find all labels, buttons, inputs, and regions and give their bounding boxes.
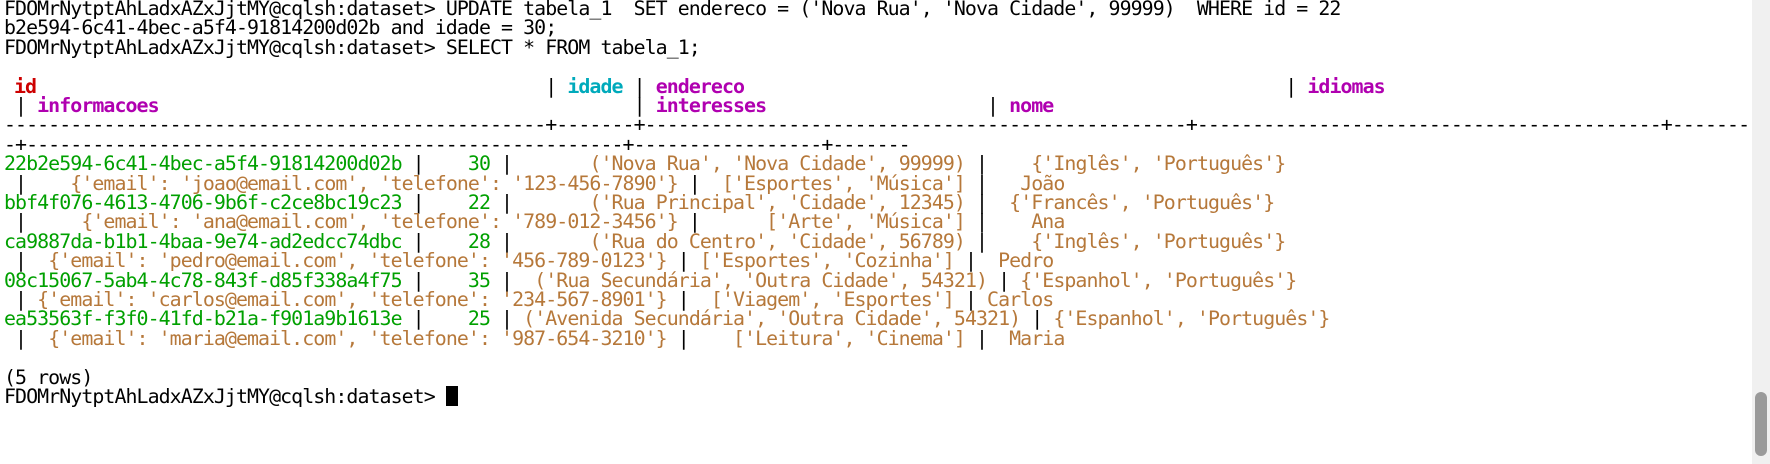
cell-informacoes: {'email': 'maria@email.com', 'telefone':… (48, 326, 667, 350)
cell-nome: Maria (1009, 326, 1065, 350)
prompt: FDOMrNytptAhLadxAZxJjtMY@cqlsh:dataset> (4, 35, 446, 59)
cell-idiomas: {'Espanhol', 'Português'} (1053, 307, 1330, 331)
cell-idiomas: {'Inglês', 'Português'} (1031, 152, 1286, 176)
header-sep: | (1285, 74, 1308, 98)
cell-idiomas: {'Inglês', 'Português'} (1031, 229, 1286, 253)
terminal-line-prompt[interactable]: FDOMrNytptAhLadxAZxJjtMY@cqlsh:dataset> (4, 386, 458, 408)
text-cursor (445, 386, 458, 406)
terminal-line-select: FDOMrNytptAhLadxAZxJjtMY@cqlsh:dataset> … (4, 35, 701, 59)
update-command-part-1: UPDATE tabela_1 SET endereco = ('Nova Ru… (445, 0, 1342, 20)
vertical-scrollbar[interactable] (1752, 0, 1770, 464)
cell-interesses: ['Leitura', 'Cinema'] (733, 326, 966, 350)
column-header-idiomas: idiomas (1307, 74, 1385, 98)
table-row-continuation: | {'email': 'maria@email.com', 'telefone… (4, 326, 1065, 350)
terminal-output[interactable]: FDOMrNytptAhLadxAZxJjtMY@cqlsh:dataset> … (4, 0, 1761, 464)
cell-idiomas: {'Espanhol', 'Português'} (1020, 268, 1297, 292)
scrollbar-thumb[interactable] (1755, 392, 1767, 456)
select-command: SELECT * FROM tabela_1; (445, 35, 701, 59)
prompt: FDOMrNytptAhLadxAZxJjtMY@cqlsh:dataset> (4, 385, 446, 408)
